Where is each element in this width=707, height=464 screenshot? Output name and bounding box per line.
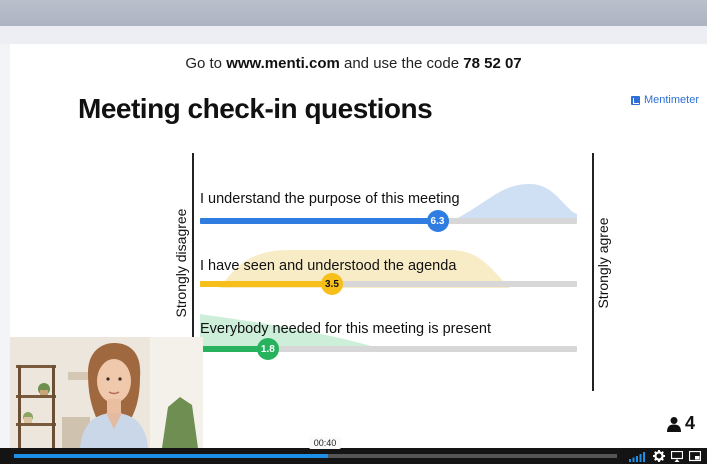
strongly-disagree-label: Strongly disagree [173,208,189,318]
question-2-fill [200,281,332,287]
mentimeter-brand: Mentimeter [630,94,699,106]
progress-bar[interactable] [14,454,617,458]
picture-in-picture-icon[interactable] [689,450,701,462]
person-icon [666,416,681,432]
join-code: 78 52 07 [463,55,522,72]
participant-number: 4 [684,413,695,433]
volume-bars-icon[interactable] [629,451,647,462]
join-instructions: Go to www.menti.com and use the code 78 … [185,55,522,72]
settings-gear-icon[interactable] [653,450,665,462]
presenter-image [10,337,203,448]
left-margin [0,44,10,448]
brand-label: Mentimeter [643,94,699,106]
question-3-text: Everybody needed for this meeting is pre… [200,321,491,337]
menti-url[interactable]: www.menti.com [226,55,340,72]
webcam-video[interactable] [10,337,203,448]
question-2-text: I have seen and understood the agenda [200,258,457,274]
player-icons [629,450,701,462]
progress-played [14,454,328,458]
question-3-score: 1.8 [256,338,279,360]
window-strip [0,26,707,44]
question-2-score: 3.5 [320,273,343,295]
mentimeter-logo-icon [630,95,640,105]
question-1-text: I understand the purpose of this meeting [200,191,460,207]
strongly-agree-label: Strongly agree [595,217,611,309]
window-top-bar [0,0,707,26]
question-1-score: 6.3 [426,210,449,232]
time-tooltip: 00:40 [309,437,341,449]
question-2-bar: 3.5 [200,273,577,295]
question-1-bar: 6.3 [200,210,577,232]
slide-title: Meeting check-in questions [78,93,433,124]
right-axis-line [592,153,594,391]
question-1-fill [200,218,438,224]
participant-count: 4 [666,413,695,434]
airplay-icon[interactable] [671,450,683,462]
player-controls [0,448,707,464]
question-3-bar: 1.8 [200,338,577,360]
